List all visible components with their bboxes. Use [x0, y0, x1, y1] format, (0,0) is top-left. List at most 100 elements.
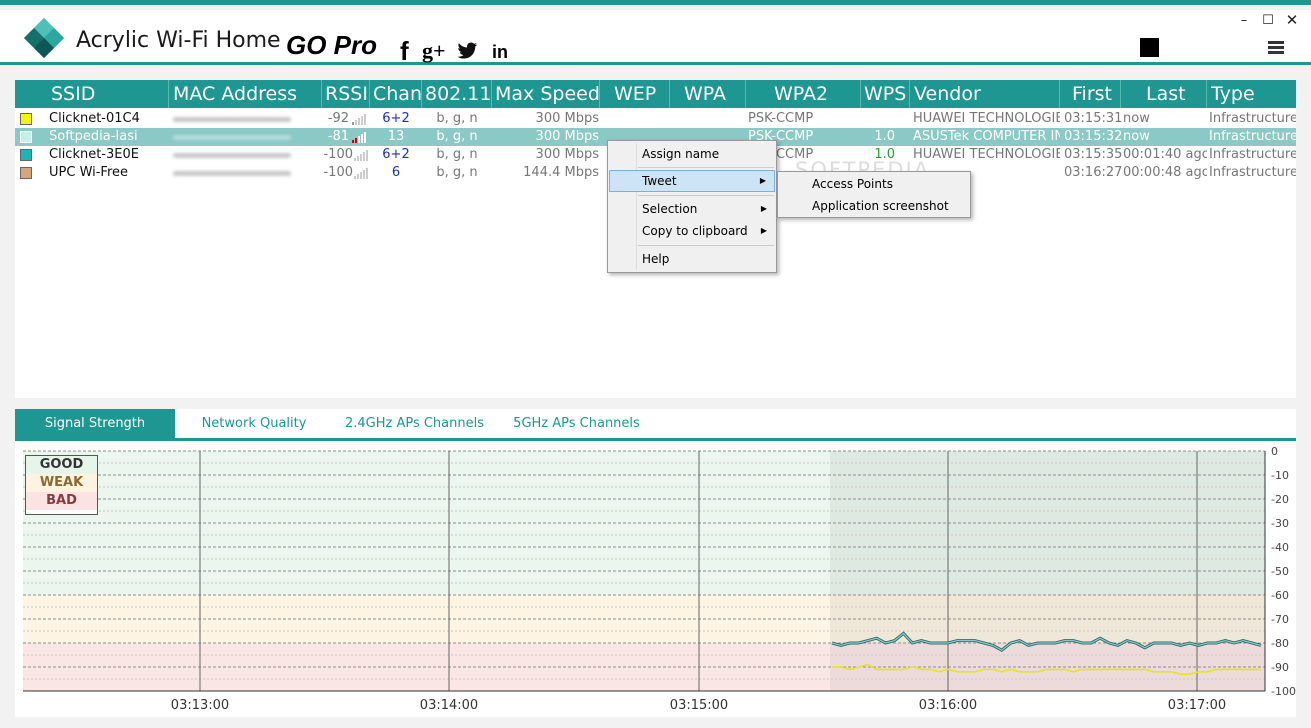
col-wep[interactable]: WEP [600, 80, 670, 108]
col-wps[interactable]: WPS [861, 80, 910, 108]
signal-bars-icon [354, 150, 368, 161]
tab-24ghz-channels[interactable]: 2.4GHz APs Channels [337, 409, 492, 438]
mac-address-blurred [173, 153, 291, 158]
signal-strength-chart: 0 -10 -20 -30 -40 -50 -60 -70 -80 -90 -100 03:13:0… [15, 441, 1296, 717]
network-color-swatch [20, 149, 32, 161]
menu-item-label: Copy to clipboard [642, 224, 748, 238]
menu-item-assign-name[interactable]: Assign name [609, 143, 775, 165]
acrylic-logo-icon [24, 18, 64, 58]
y-tick-label: -90 [1271, 661, 1289, 674]
network-color-swatch [20, 113, 32, 125]
y-tick-label: 0 [1271, 445, 1278, 458]
menu-item-selection[interactable]: Selection ▶ [609, 198, 775, 220]
wps-cell: 1.0 [874, 129, 895, 144]
google-plus-icon[interactable]: g+ [422, 38, 446, 64]
last-seen-cell: 00:01:40 ago [1123, 147, 1207, 162]
last-seen-cell: now [1123, 129, 1150, 144]
submenu-item-application-screenshot[interactable]: Application screenshot [779, 195, 969, 217]
col-type[interactable]: Type [1207, 80, 1296, 108]
standard-cell: b, g, n [436, 147, 478, 162]
signal-legend: GOOD WEAK BAD [25, 455, 98, 515]
first-seen-cell: 03:15:32 [1064, 129, 1122, 144]
y-tick-label: -80 [1271, 637, 1289, 650]
col-chan[interactable]: Chan [370, 80, 422, 108]
mac-address-blurred [173, 171, 291, 176]
context-menu: Assign name Tweet ▶ Selection ▶ Copy to … [607, 140, 777, 273]
col-wpa2[interactable]: WPA2 [746, 80, 861, 108]
chart-canvas: 0 -10 -20 -30 -40 -50 -60 -70 -80 -90 -100 03:13:0… [23, 445, 1296, 713]
stop-capture-button[interactable] [1140, 38, 1159, 57]
hamburger-menu-icon[interactable] [1268, 41, 1284, 55]
x-tick-label: 03:16:00 [919, 698, 977, 713]
col-last[interactable]: Last [1121, 80, 1207, 108]
submenu-item-access-points[interactable]: Access Points [779, 173, 969, 195]
legend-bad: BAD [26, 492, 97, 510]
x-tick-label: 03:13:00 [171, 698, 229, 713]
submenu-arrow-icon: ▶ [760, 204, 767, 213]
facebook-icon[interactable]: f [400, 36, 409, 67]
first-seen-cell: 03:16:27 [1064, 165, 1122, 180]
standard-cell: b, g, n [436, 111, 478, 126]
tab-network-quality[interactable]: Network Quality [183, 409, 325, 438]
linkedin-icon[interactable]: in [492, 42, 508, 63]
ssid-cell: UPC Wi-Free [49, 165, 129, 180]
menu-separator [638, 167, 774, 168]
tab-signal-strength[interactable]: Signal Strength [15, 409, 175, 438]
go-pro-link[interactable]: GO Pro [286, 30, 377, 61]
col-80211[interactable]: 802.11 [422, 80, 492, 108]
last-seen-cell: now [1123, 111, 1150, 126]
col-mac[interactable]: MAC Address [169, 80, 322, 108]
speed-cell: 300 Mbps [535, 147, 599, 162]
network-color-swatch [20, 167, 32, 179]
submenu-arrow-icon: ▶ [760, 226, 767, 235]
signal-bars-icon [352, 132, 366, 143]
minimize-button[interactable]: – [1236, 13, 1252, 28]
standard-cell: b, g, n [436, 129, 478, 144]
last-seen-cell: 00:00:48 ago [1123, 165, 1207, 180]
first-seen-cell: 03:15:35 [1064, 147, 1122, 162]
legend-weak: WEAK [26, 474, 97, 492]
col-ssid[interactable]: SSID [15, 80, 169, 108]
tab-5ghz-channels[interactable]: 5GHz APs Channels [504, 409, 649, 438]
menu-item-label: Tweet [642, 174, 677, 188]
mac-address-blurred [173, 135, 291, 140]
y-tick-label: -60 [1271, 589, 1289, 602]
app-title: Acrylic Wi-Fi Home [76, 28, 281, 53]
maximize-button[interactable]: ☐ [1260, 13, 1276, 28]
menu-item-copy-to-clipboard[interactable]: Copy to clipboard ▶ [609, 220, 775, 242]
col-vendor[interactable]: Vendor [910, 80, 1060, 108]
submenu-arrow-icon: ▶ [759, 176, 766, 185]
channel-cell: 6+2 [382, 111, 410, 126]
standard-cell: b, g, n [436, 165, 478, 180]
y-tick-label: -40 [1271, 541, 1289, 554]
col-wpa[interactable]: WPA [670, 80, 746, 108]
speed-cell: 300 Mbps [535, 129, 599, 144]
table-row[interactable]: Clicknet-01C4 -92 6+2 b, g, n 300 Mbps P… [15, 110, 1296, 128]
app-window: Acrylic Wi-Fi Home GO Pro f g+ in – ☐ ✕ … [0, 0, 1311, 728]
wps-cell [861, 110, 909, 128]
close-button[interactable]: ✕ [1284, 11, 1300, 29]
col-rssi[interactable]: RSSI [322, 80, 370, 108]
menu-item-tweet[interactable]: Tweet ▶ [609, 170, 775, 192]
col-max-speed[interactable]: Max Speed [492, 80, 600, 108]
table-header: SSID MAC Address RSSI Chan 802.11 Max Sp… [15, 80, 1296, 108]
menu-item-label: Selection [642, 202, 698, 216]
legend-good: GOOD [26, 456, 97, 474]
header: Acrylic Wi-Fi Home GO Pro f g+ in – ☐ ✕ [0, 10, 1311, 67]
col-first[interactable]: First [1060, 80, 1121, 108]
type-cell: Infrastructure [1209, 147, 1296, 162]
y-tick-label: -70 [1271, 613, 1289, 626]
channel-cell: 6 [391, 165, 401, 180]
mac-address-blurred [173, 117, 291, 122]
ssid-cell: Clicknet-3E0E [49, 147, 139, 162]
rssi-cell: -92 [327, 111, 349, 126]
menu-item-help[interactable]: Help [609, 248, 775, 270]
x-tick-label: 03:15:00 [670, 698, 728, 713]
signal-bars-icon [354, 168, 368, 179]
y-tick-label: -30 [1271, 517, 1289, 530]
twitter-icon[interactable] [457, 42, 478, 60]
first-seen-cell: 03:15:31 [1064, 111, 1122, 126]
y-tick-label: -20 [1271, 493, 1289, 506]
wpa2-cell: PSK-CCMP [748, 111, 814, 126]
chart-tabs: Signal Strength Network Quality 2.4GHz A… [15, 409, 1296, 441]
